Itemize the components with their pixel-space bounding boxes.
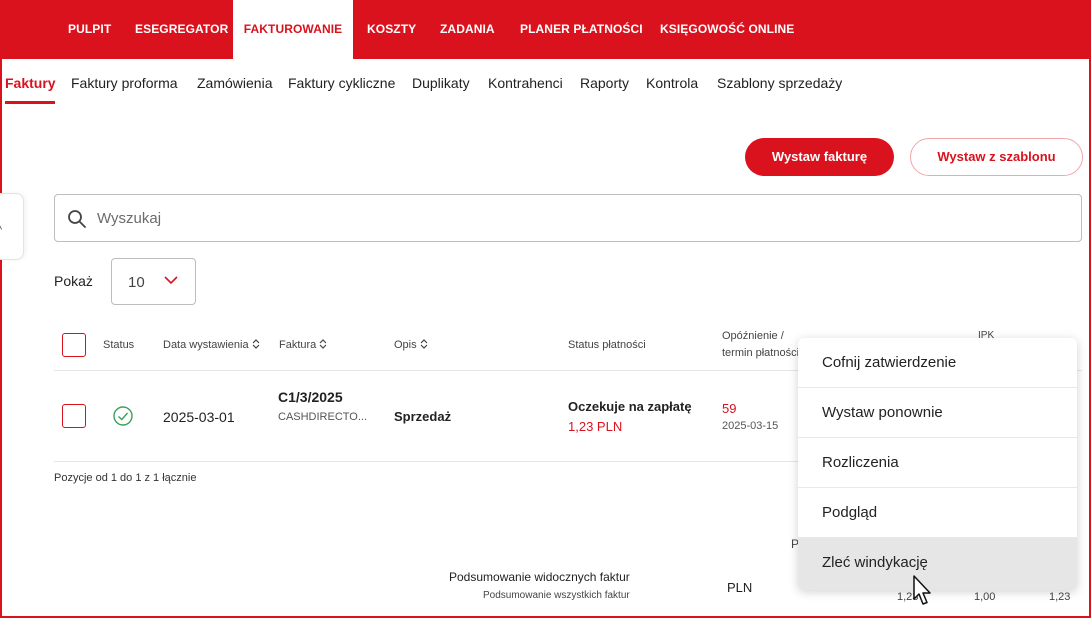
topnav-item-zadania[interactable]: ZADANIA	[440, 0, 495, 59]
tab-faktury-proforma[interactable]: Faktury proforma	[71, 75, 178, 91]
menu-item-podglad[interactable]: Podgląd	[798, 488, 1077, 538]
tab-zamowienia[interactable]: Zamówienia	[197, 75, 272, 91]
search-icon	[68, 210, 86, 228]
column-header-status: Status	[103, 339, 135, 351]
sort-icon	[420, 339, 428, 349]
column-header-payment-status: Status płatności	[568, 339, 646, 351]
select-all-checkbox[interactable]	[62, 333, 86, 357]
active-tab-indicator	[5, 101, 55, 104]
row-due-date: 2025-03-15	[722, 420, 779, 432]
summary-currency: PLN	[727, 580, 753, 595]
menu-item-cofnij-zatwierdzenie[interactable]: Cofnij zatwierdzenie	[798, 338, 1077, 388]
tab-kontrahenci[interactable]: Kontrahenci	[488, 75, 563, 91]
chevron-down-icon	[164, 276, 178, 285]
summary-value-2: 1,00	[974, 591, 996, 603]
summary-value-3: 1,23	[1049, 591, 1071, 603]
menu-item-rozliczenia[interactable]: Rozliczenia	[798, 438, 1077, 488]
top-nav: PULPIT ESEGREGATOR FAKTUROWANIE KOSZTY Z…	[0, 0, 1091, 59]
column-header-issue-date[interactable]: Data wystawienia	[163, 339, 260, 351]
summary-all-label: Podsumowanie wszystkich faktur	[483, 590, 630, 601]
tab-duplikaty[interactable]: Duplikaty	[412, 75, 470, 91]
mouse-cursor-icon	[913, 575, 931, 605]
column-header-delay-line1: Opóźnienie /	[722, 330, 784, 342]
pagination-info: Pozycje od 1 do 1 z 1 łącznie	[54, 472, 197, 484]
row-amount: 1,23 PLN	[568, 419, 623, 434]
row-delay-days: 59	[722, 401, 737, 416]
issue-from-template-button[interactable]: Wystaw z szablonu	[910, 138, 1083, 176]
page-size-value: 10	[128, 274, 145, 291]
collapsed-sidebar[interactable]: ^	[0, 193, 24, 260]
row-payment-status: Oczekuje na zapłatę	[568, 399, 692, 414]
table-row-divider	[54, 461, 799, 462]
column-header-description[interactable]: Opis	[394, 339, 428, 351]
column-header-delay-line2: termin płatności	[722, 347, 800, 359]
menu-item-wystaw-ponownie[interactable]: Wystaw ponownie	[798, 388, 1077, 438]
sort-icon	[252, 339, 260, 349]
row-description: Sprzedaż	[394, 409, 452, 424]
tab-szablony-sprzedazy[interactable]: Szablony sprzedaży	[717, 75, 842, 91]
tab-faktury[interactable]: Faktury	[5, 75, 56, 91]
summary-visible-label: Podsumowanie widocznych faktur	[449, 570, 630, 584]
topnav-item-koszty[interactable]: KOSZTY	[367, 0, 416, 59]
tab-faktury-cykliczne[interactable]: Faktury cykliczne	[288, 75, 395, 91]
search-placeholder: Wyszukaj	[97, 210, 162, 227]
tab-kontrola[interactable]: Kontrola	[646, 75, 698, 91]
issue-invoice-button[interactable]: Wystaw fakturę	[745, 138, 894, 176]
check-circle-icon	[113, 406, 133, 426]
row-invoice-number[interactable]: C1/3/2025	[278, 389, 343, 405]
topnav-item-esegregator[interactable]: ESEGREGATOR	[135, 0, 228, 59]
topnav-item-ksiegowosc-online[interactable]: KSIĘGOWOŚĆ ONLINE	[660, 0, 794, 59]
column-header-description-label: Opis	[394, 339, 417, 351]
row-issue-date: 2025-03-01	[163, 409, 235, 425]
page-size-select[interactable]: 10	[111, 258, 196, 305]
menu-item-zlec-windykacje[interactable]: Zleć windykację	[798, 538, 1077, 590]
topnav-item-pulpit[interactable]: PULPIT	[68, 0, 111, 59]
chevron-up-icon: ^	[0, 224, 2, 236]
row-actions-menu: Cofnij zatwierdzenie Wystaw ponownie Roz…	[798, 338, 1077, 590]
row-checkbox[interactable]	[62, 404, 86, 428]
topnav-item-fakturowanie[interactable]: FAKTUROWANIE	[233, 0, 353, 59]
page-size-label: Pokaż	[54, 273, 93, 289]
column-header-invoice[interactable]: Faktura	[279, 339, 327, 351]
column-header-invoice-label: Faktura	[279, 339, 317, 351]
column-header-issue-date-label: Data wystawienia	[163, 339, 249, 351]
tab-raporty[interactable]: Raporty	[580, 75, 629, 91]
sort-icon	[319, 339, 327, 349]
topnav-item-planer-platnosci[interactable]: PLANER PŁATNOŚCI	[520, 0, 643, 59]
row-client-name: CASHDIRECTO...	[278, 411, 368, 423]
search-input[interactable]: Wyszukaj	[54, 194, 1082, 242]
